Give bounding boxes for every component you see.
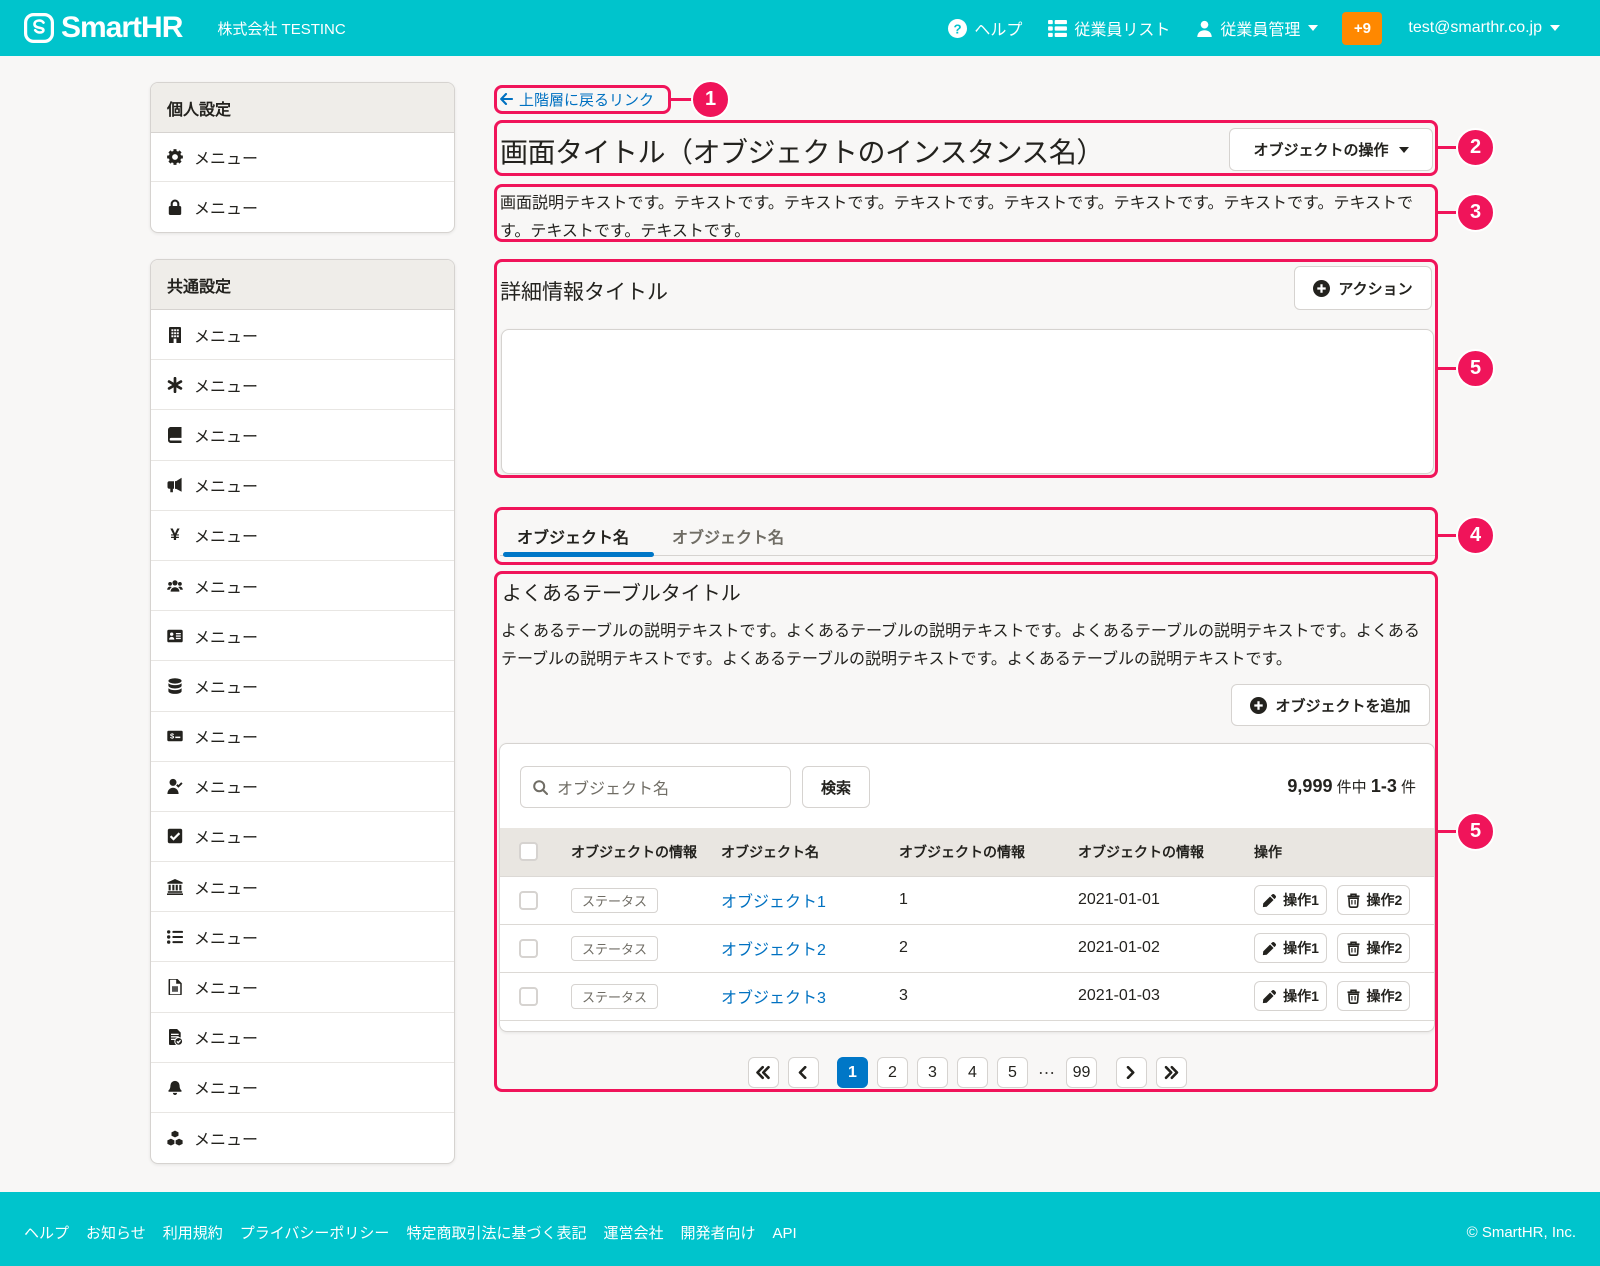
svg-text:?: ? bbox=[954, 21, 962, 36]
